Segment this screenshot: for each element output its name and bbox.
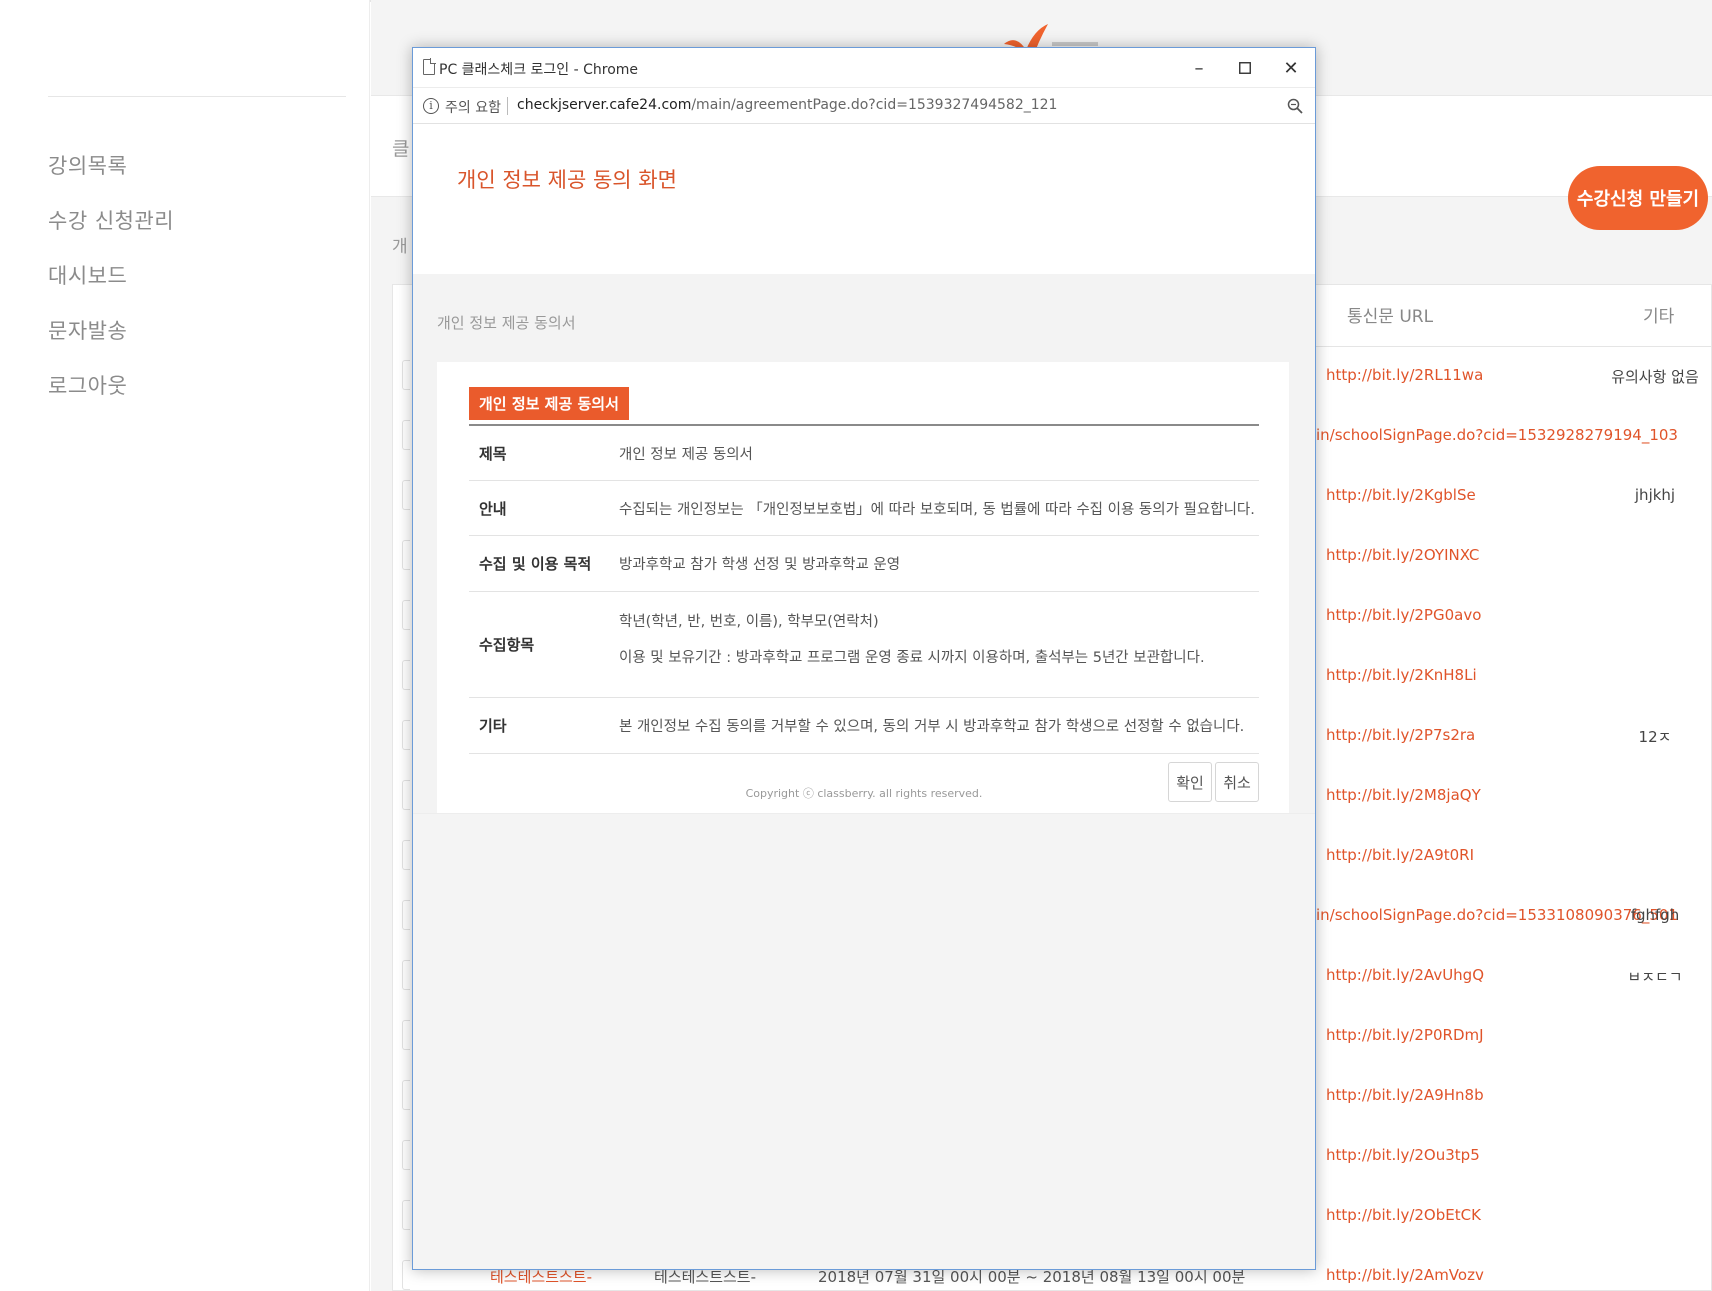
- row-edge: [402, 360, 410, 390]
- table-etc-cell: fghfgh: [1630, 906, 1680, 924]
- address-host: checkjserver.cafe24.com: [517, 97, 692, 113]
- row-edge: [402, 720, 410, 750]
- row-edge: [402, 1020, 410, 1050]
- sidebar-item-logout[interactable]: 로그아웃: [48, 370, 127, 400]
- sidebar-item-course-list[interactable]: 강의목록: [48, 150, 127, 180]
- row-edge: [402, 780, 410, 810]
- table-url-link[interactable]: http://bit.ly/2ObEtCK: [1326, 1206, 1481, 1224]
- row-key: 수집항목: [479, 636, 535, 654]
- row-guide: 안내 수집되는 개인정보는 「개인정보보호법」에 따라 보호되며, 동 법률에 …: [469, 481, 1259, 536]
- row-key: 수집 및 이용 목적: [479, 555, 592, 573]
- address-path: /main/agreementPage.do?cid=1539327494582…: [691, 97, 1058, 113]
- sidebar-item-enrollment[interactable]: 수강 신청관리: [48, 205, 174, 235]
- row-etc: 기타 본 개인정보 수집 동의를 거부할 수 있으며, 동의 거부 시 방과후학…: [469, 698, 1259, 754]
- table-etc-cell: 12ㅈ: [1638, 728, 1672, 746]
- table-url-link[interactable]: http://bit.ly/2AmVozv: [1326, 1266, 1484, 1284]
- table-url-link[interactable]: http://bit.ly/2Ou3tp5: [1326, 1146, 1480, 1164]
- table-etc-cell: 유의사항 없음: [1611, 368, 1699, 386]
- table-header-etc: 기타: [1643, 307, 1675, 327]
- page-header: [413, 124, 1315, 274]
- subheader-fragment: 개: [392, 237, 408, 257]
- table-header-url: 통신문 URL: [1347, 307, 1434, 327]
- maximize-icon[interactable]: [1225, 52, 1265, 84]
- address-bar[interactable]: i 주의 요함 checkjserver.cafe24.com/main/agr…: [413, 88, 1315, 124]
- row-edge: [402, 1140, 410, 1170]
- table-url-link[interactable]: http://bit.ly/2P0RDmJ: [1326, 1026, 1484, 1044]
- row-value-2: 이용 및 보유기간 : 방과후학교 프로그램 운영 종료 시까지 이용하며, 출…: [619, 650, 1205, 666]
- page-icon: [423, 58, 436, 75]
- table-url-link[interactable]: http://bit.ly/2RL11wa: [1326, 366, 1483, 384]
- row-value: 본 개인정보 수집 동의를 거부할 수 있으며, 동의 거부 시 방과후학교 참…: [619, 719, 1245, 735]
- address-url[interactable]: checkjserver.cafe24.com/main/agreementPa…: [517, 97, 1057, 113]
- row-edge: [402, 1080, 410, 1110]
- row-edge: [402, 960, 410, 990]
- close-icon[interactable]: ✕: [1271, 52, 1311, 84]
- row-value: 학년(학년, 반, 번호, 이름), 학부모(연락처): [619, 614, 879, 630]
- row-edge: [402, 540, 410, 570]
- table-url-link[interactable]: http://bit.ly/2PG0avo: [1326, 606, 1481, 624]
- table-etc-cell: ㅂㅈㄷㄱ: [1627, 968, 1683, 986]
- row-value: 수집되는 개인정보는 「개인정보보호법」에 따라 보호되며, 동 법률에 따라 …: [619, 502, 1255, 518]
- row-purpose: 수집 및 이용 목적 방과후학교 참가 학생 선정 및 방과후학교 운영: [469, 536, 1259, 592]
- row-key: 안내: [479, 500, 507, 518]
- table-url-link[interactable]: http://bit.ly/2KgblSe: [1326, 486, 1476, 504]
- row-edge: [402, 480, 410, 510]
- table-url-link[interactable]: in/schoolSignPage.do?cid=1532928279194_1…: [1316, 426, 1678, 444]
- row-edge: [402, 420, 410, 450]
- security-warning[interactable]: 주의 요함: [445, 97, 501, 117]
- table-url-link[interactable]: http://bit.ly/2OYINXC: [1326, 546, 1479, 564]
- sidebar-item-dashboard[interactable]: 대시보드: [48, 260, 127, 290]
- table-etc-cell: jhjkhj: [1634, 486, 1676, 504]
- copyright: Copyright ⓒ classberry. all rights reser…: [745, 787, 983, 800]
- zoom-icon[interactable]: [1287, 98, 1303, 114]
- header-fragment: 클: [392, 138, 410, 160]
- row-edge: [402, 600, 410, 630]
- sidebar-item-sms[interactable]: 문자발송: [48, 315, 127, 345]
- page-heading: 개인 정보 제공 동의 화면: [457, 168, 677, 192]
- section-label: 개인 정보 제공 동의서: [437, 314, 576, 332]
- popup-title: PC 클래스체크 로그인 - Chrome: [439, 62, 639, 78]
- row-title: 제목 개인 정보 제공 동의서: [469, 426, 1259, 481]
- table-url-link[interactable]: http://bit.ly/2KnH8Li: [1326, 666, 1477, 684]
- row-value: 개인 정보 제공 동의서: [619, 447, 753, 463]
- popup-window: PC 클래스체크 로그인 - Chrome – ✕ i 주의 요함 checkj…: [412, 47, 1316, 1270]
- row-key: 제목: [479, 445, 507, 463]
- row-key: 기타: [479, 717, 507, 735]
- info-icon[interactable]: i: [423, 98, 439, 114]
- minimize-icon[interactable]: –: [1179, 52, 1219, 84]
- address-separator: [507, 97, 508, 115]
- row-edge: [402, 900, 410, 930]
- sidebar: 강의목록 수강 신청관리 대시보드 문자발송 로그아웃: [0, 0, 370, 1291]
- row-edge: [402, 1200, 410, 1230]
- row-value: 방과후학교 참가 학생 선정 및 방과후학교 운영: [619, 557, 901, 573]
- table-header-divider: [1315, 346, 1712, 347]
- table-url-link[interactable]: http://bit.ly/2AvUhgQ: [1326, 966, 1484, 984]
- row-edge: [402, 660, 410, 690]
- agreement-card: 개인 정보 제공 동의서 제목 개인 정보 제공 동의서 안내 수집되는 개인정…: [437, 362, 1289, 826]
- sidebar-divider: [48, 96, 346, 97]
- agreement-tag: 개인 정보 제공 동의서: [469, 387, 629, 420]
- table-url-link[interactable]: http://bit.ly/2P7s2ra: [1326, 726, 1475, 744]
- table-url-link[interactable]: http://bit.ly/2A9Hn8b: [1326, 1086, 1484, 1104]
- table-url-link[interactable]: http://bit.ly/2M8jaQY: [1326, 786, 1481, 804]
- row-edge: [402, 840, 410, 870]
- create-course-button[interactable]: 수강신청 만들기: [1568, 166, 1708, 230]
- row-items: 수집항목 학년(학년, 반, 번호, 이름), 학부모(연락처) 이용 및 보유…: [469, 592, 1259, 698]
- table-url-link[interactable]: http://bit.ly/2A9t0RI: [1326, 846, 1474, 864]
- row-edge: [402, 1260, 410, 1290]
- popup-titlebar[interactable]: PC 클래스체크 로그인 - Chrome – ✕: [413, 48, 1315, 88]
- popup-empty-area: [413, 814, 1315, 1269]
